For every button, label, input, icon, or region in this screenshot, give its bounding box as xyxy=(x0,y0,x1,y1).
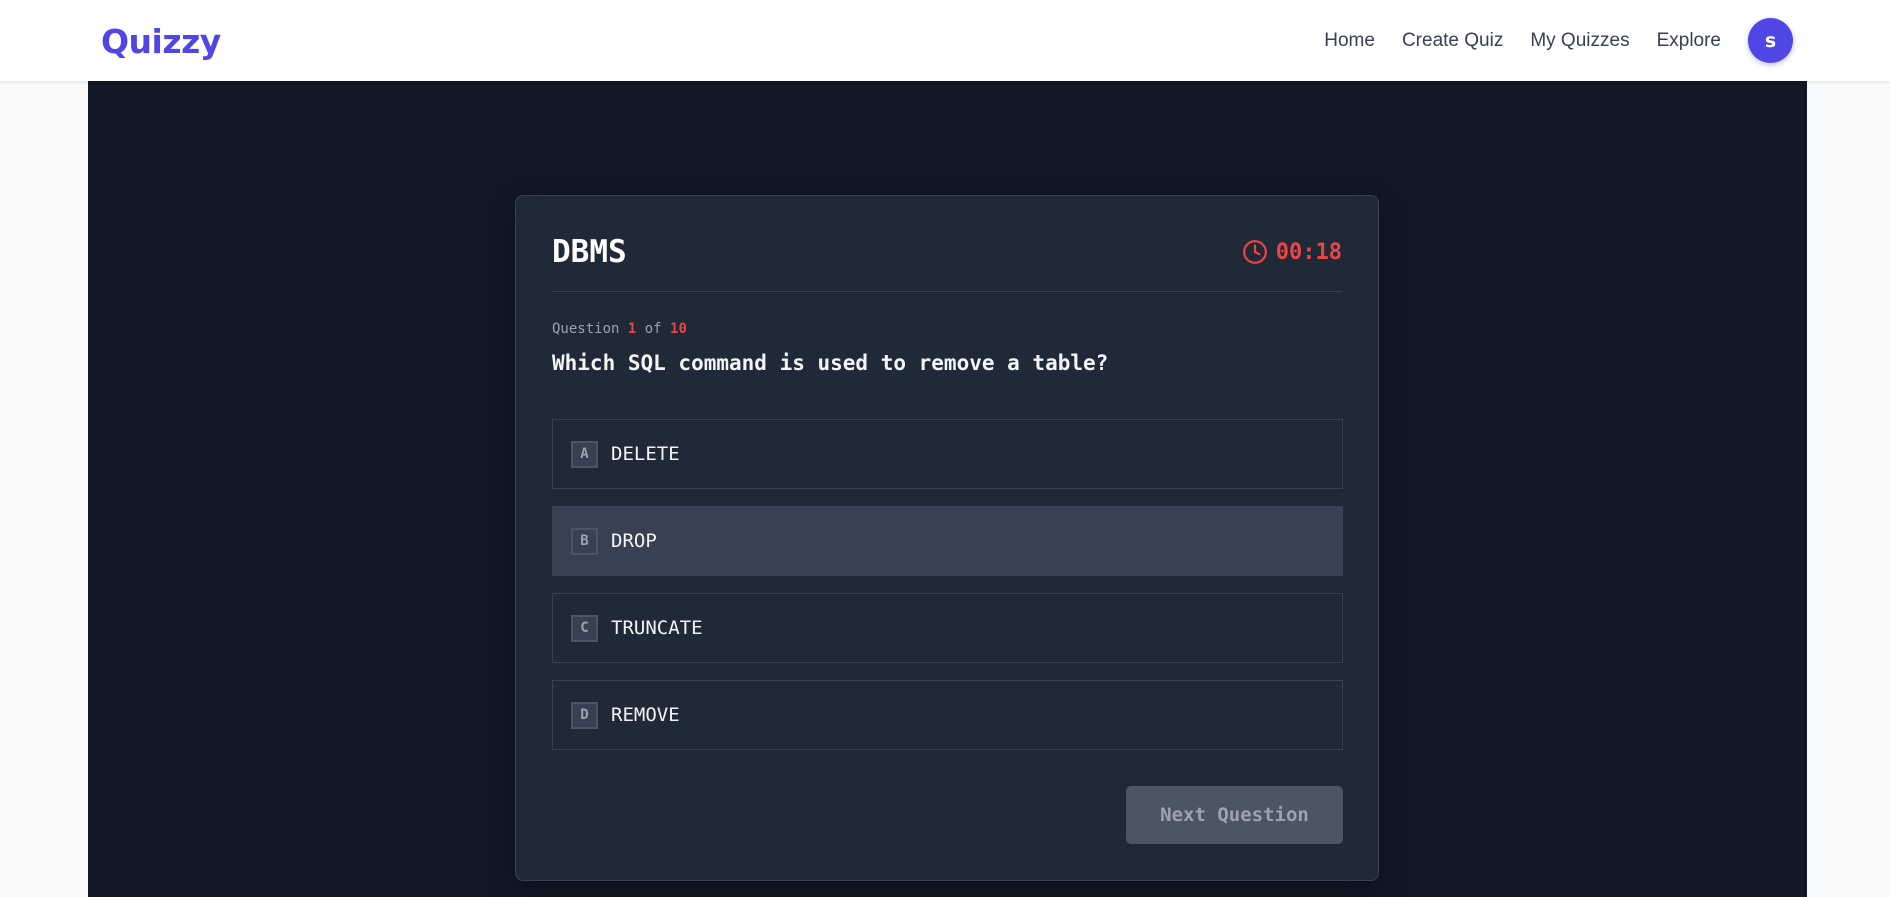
quiz-timer: 00:18 xyxy=(1242,239,1342,265)
option-letter-badge: C xyxy=(571,614,598,642)
main-content: DBMS 00:18 Question 1 of 10 Which SQL co… xyxy=(88,81,1807,897)
nav-links: Home Create Quiz My Quizzes Explore xyxy=(1324,0,1721,81)
progress-prefix: Question xyxy=(552,321,620,337)
top-navbar: Quizzy Home Create Quiz My Quizzes Explo… xyxy=(0,0,1890,81)
option-letter-badge: D xyxy=(571,701,598,729)
question-progress: Question 1 of 10 xyxy=(552,321,687,337)
nav-link-my-quizzes[interactable]: My Quizzes xyxy=(1530,30,1629,52)
answer-option-b[interactable]: B DROP xyxy=(552,506,1343,576)
quiz-title: DBMS xyxy=(552,234,627,270)
option-text: DELETE xyxy=(611,443,680,465)
progress-total: 10 xyxy=(670,321,687,337)
question-text: Which SQL command is used to remove a ta… xyxy=(552,351,1109,375)
answer-option-c[interactable]: C TRUNCATE xyxy=(552,593,1343,663)
nav-link-create-quiz[interactable]: Create Quiz xyxy=(1402,30,1503,52)
brand-logo[interactable]: Quizzy xyxy=(101,20,221,64)
user-avatar[interactable]: s xyxy=(1748,18,1793,63)
quiz-card: DBMS 00:18 Question 1 of 10 Which SQL co… xyxy=(515,195,1379,881)
answer-option-d[interactable]: D REMOVE xyxy=(552,680,1343,750)
nav-link-home[interactable]: Home xyxy=(1324,30,1375,52)
progress-current: 1 xyxy=(627,321,637,337)
option-letter-badge: B xyxy=(571,527,598,555)
option-letter-badge: A xyxy=(571,440,598,468)
nav-link-explore[interactable]: Explore xyxy=(1657,30,1721,52)
option-text: TRUNCATE xyxy=(611,617,703,639)
header-divider xyxy=(552,291,1342,292)
option-text: REMOVE xyxy=(611,704,680,726)
clock-icon xyxy=(1242,240,1267,264)
timer-value: 00:18 xyxy=(1275,239,1342,265)
answer-option-a[interactable]: A DELETE xyxy=(552,419,1343,489)
progress-of: of xyxy=(644,321,662,337)
next-question-button[interactable]: Next Question xyxy=(1126,786,1343,844)
option-text: DROP xyxy=(611,530,657,552)
